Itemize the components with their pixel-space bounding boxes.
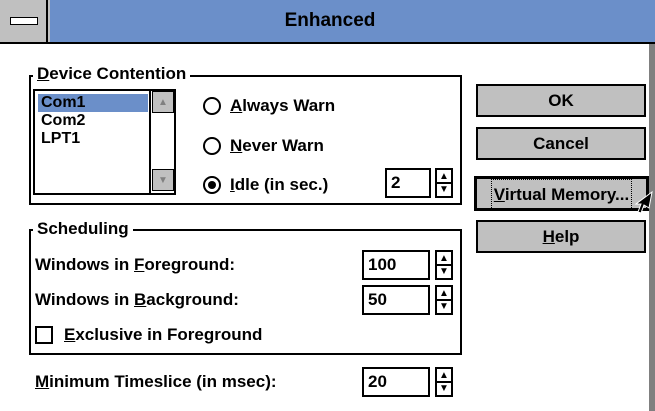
idle-radio[interactable]: [203, 176, 221, 194]
spin-down-icon[interactable]: ▼: [437, 382, 451, 394]
foreground-label: Windows in Foreground:: [35, 255, 236, 274]
scheduling-legend: Scheduling: [33, 220, 133, 238]
window-title: Enhanced: [284, 10, 376, 31]
timeslice-label: Minimum Timeslice (in msec):: [35, 372, 277, 391]
device-contention-legend: Device Contention: [33, 65, 191, 83]
spin-down-icon[interactable]: ▼: [437, 265, 451, 277]
spin-down-icon[interactable]: ▼: [437, 300, 451, 312]
background-label: Windows in Background:: [35, 290, 239, 309]
ok-button-label: OK: [548, 91, 574, 110]
mouse-pointer-icon: [634, 190, 653, 214]
spin-up-icon[interactable]: ▲: [437, 369, 451, 383]
never-warn-label[interactable]: Never Warn: [230, 136, 324, 156]
listbox-scrollbar[interactable]: ▲ ▼: [149, 91, 174, 193]
list-item[interactable]: LPT1: [38, 130, 83, 148]
background-input[interactable]: 50: [362, 285, 430, 315]
foreground-spinner[interactable]: ▲ ▼: [435, 250, 453, 280]
exclusive-foreground-label[interactable]: Exclusive in Foreground: [64, 325, 262, 345]
background-spinner[interactable]: ▲ ▼: [435, 285, 453, 315]
system-menu-icon: [10, 17, 38, 25]
spin-up-icon[interactable]: ▲: [437, 170, 451, 184]
list-item[interactable]: Com2: [38, 112, 88, 130]
scroll-up-icon[interactable]: ▲: [152, 91, 174, 113]
timeslice-input[interactable]: 20: [362, 367, 430, 397]
always-warn-label[interactable]: Always Warn: [230, 96, 335, 116]
virtual-memory-button-label: Virtual Memory...: [490, 179, 633, 210]
list-item[interactable]: Com1: [38, 94, 148, 112]
cancel-button-label: Cancel: [533, 134, 589, 153]
timeslice-spinner[interactable]: ▲ ▼: [435, 367, 453, 397]
virtual-memory-button[interactable]: Virtual Memory...: [474, 176, 649, 211]
help-button[interactable]: Help: [476, 220, 646, 253]
never-warn-radio[interactable]: [203, 137, 221, 155]
spin-up-icon[interactable]: ▲: [437, 287, 451, 301]
help-button-label: Help: [542, 227, 580, 246]
spin-up-icon[interactable]: ▲: [437, 252, 451, 266]
exclusive-foreground-checkbox[interactable]: [35, 326, 53, 344]
spin-down-icon[interactable]: ▼: [437, 183, 451, 195]
idle-seconds-input[interactable]: 2: [385, 168, 431, 198]
foreground-input[interactable]: 100: [362, 250, 430, 280]
scroll-down-icon[interactable]: ▼: [152, 169, 174, 191]
ok-button[interactable]: OK: [476, 84, 646, 117]
cancel-button[interactable]: Cancel: [476, 127, 646, 160]
device-listbox[interactable]: Com1 Com2 LPT1 ▲ ▼: [33, 89, 176, 195]
idle-seconds-spinner[interactable]: ▲ ▼: [435, 168, 453, 198]
window-right-edge: [649, 44, 655, 411]
always-warn-radio[interactable]: [203, 97, 221, 115]
system-menu-button[interactable]: [0, 0, 48, 42]
idle-label[interactable]: Idle (in sec.): [230, 175, 328, 195]
